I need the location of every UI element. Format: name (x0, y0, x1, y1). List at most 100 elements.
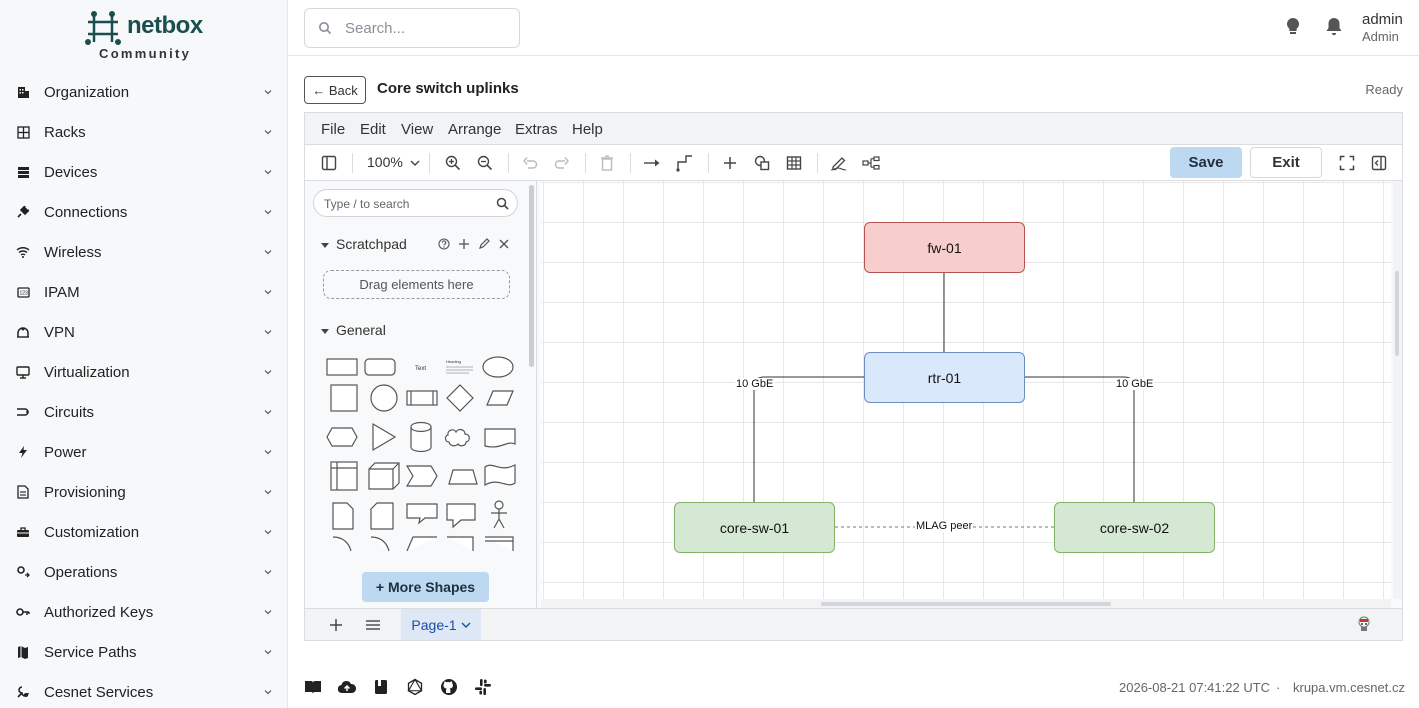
github-icon[interactable] (440, 678, 458, 696)
sidebar-item-virtualization[interactable]: Virtualization (0, 352, 288, 392)
search-input[interactable]: Search... (304, 8, 520, 48)
chevron-down-icon (264, 370, 272, 375)
save-button[interactable]: Save (1170, 147, 1242, 178)
edit-pencil-icon[interactable] (478, 237, 490, 255)
chevron-down-icon (264, 330, 272, 335)
book-icon[interactable] (372, 678, 390, 696)
slack-icon[interactable] (474, 678, 492, 696)
pages-menu-icon[interactable] (364, 616, 382, 634)
shape-search-input[interactable]: Type / to search (313, 189, 518, 217)
help-icon[interactable] (438, 237, 450, 255)
bell-icon[interactable] (1325, 17, 1343, 42)
more-shapes-button[interactable]: + More Shapes (362, 572, 489, 602)
canvas-horizontal-scrollbar[interactable] (541, 599, 1391, 608)
zoom-in-icon[interactable] (444, 154, 462, 172)
search-placeholder: Search... (345, 20, 406, 37)
chevron-down-icon (461, 622, 471, 628)
waypoints-icon[interactable] (676, 154, 694, 172)
menu-file[interactable]: File (321, 121, 345, 138)
sidebar-item-cesnet-services[interactable]: Cesnet Services (0, 672, 288, 708)
general-shapes-grid[interactable]: Text Heading (323, 351, 523, 551)
menu-edit[interactable]: Edit (360, 121, 386, 138)
panel-scrollbar[interactable] (529, 185, 534, 367)
exit-button[interactable]: Exit (1250, 147, 1322, 178)
table-icon[interactable] (785, 154, 803, 172)
redo-icon[interactable] (553, 154, 571, 172)
scratchpad-section-title[interactable]: Scratchpad (321, 236, 407, 252)
node-rtr-01[interactable]: rtr-01 (864, 352, 1025, 403)
add-page-icon[interactable] (327, 616, 345, 634)
brand-name: netbox (127, 12, 203, 39)
shapes-icon[interactable] (753, 154, 771, 172)
shape-cylinder (410, 421, 432, 453)
sidebar-item-devices[interactable]: Devices (0, 152, 288, 192)
edge-label[interactable]: MLAG peer (915, 520, 974, 532)
back-button[interactable]: ← Back (304, 76, 366, 104)
cloud-upload-icon[interactable] (338, 678, 356, 696)
layout-tree-icon[interactable] (862, 154, 880, 172)
menu-view[interactable]: View (401, 121, 433, 138)
delete-icon[interactable] (598, 154, 616, 172)
netbox-logo[interactable]: netbox Community (85, 10, 215, 62)
general-section-title[interactable]: General (321, 322, 386, 338)
toolbar-separator (817, 153, 818, 173)
scratchpad-drop-area[interactable]: Drag elements here (323, 270, 510, 299)
sidebar-item-customization[interactable]: Customization (0, 512, 288, 552)
menu-arrange[interactable]: Arrange (448, 121, 501, 138)
sidebar-item-wireless[interactable]: Wireless (0, 232, 288, 272)
menu-help[interactable]: Help (572, 121, 603, 138)
chevron-down-icon (264, 290, 272, 295)
diagram-canvas[interactable]: fw-01 rtr-01 core-sw-01 core-sw-02 10 Gb… (541, 181, 1391, 599)
sidebar-item-power[interactable]: Power (0, 432, 288, 472)
shape-triangle (372, 422, 397, 452)
node-fw-01[interactable]: fw-01 (864, 222, 1025, 273)
page-tab[interactable]: Page-1 (401, 609, 481, 640)
shape-half-circle (370, 536, 390, 551)
shape-hexagon (326, 427, 358, 447)
hostname: krupa.vm.cesnet.cz (1293, 680, 1405, 695)
docs-book-icon[interactable] (304, 678, 322, 696)
menu-extras[interactable]: Extras (515, 121, 558, 138)
sidebar-item-ipam[interactable]: 123 IPAM (0, 272, 288, 312)
graphql-icon[interactable] (406, 678, 424, 696)
zoom-level[interactable]: 100% (367, 154, 420, 170)
scrollbar-thumb[interactable] (821, 602, 1111, 606)
node-core-sw-01[interactable]: core-sw-01 (674, 502, 835, 553)
scrollbar-thumb[interactable] (1395, 271, 1399, 356)
chevron-down-icon (264, 210, 272, 215)
edge-label[interactable]: 10 GbE (1115, 378, 1155, 390)
sidebar-item-provisioning[interactable]: Provisioning (0, 472, 288, 512)
undo-icon[interactable] (521, 154, 539, 172)
fullscreen-icon[interactable] (1338, 154, 1356, 172)
sidebar-item-racks[interactable]: Racks (0, 112, 288, 152)
sidebar-item-label: Devices (44, 163, 98, 181)
user-menu[interactable]: admin Admin (1362, 11, 1403, 45)
zoom-out-icon[interactable] (476, 154, 494, 172)
diagram-editor: File Edit View Arrange Extras Help 100% (304, 112, 1403, 641)
canvas-vertical-scrollbar[interactable] (1393, 181, 1402, 599)
sidebar-item-organization[interactable]: Organization (0, 72, 288, 112)
sidebar-item-service-paths[interactable]: Service Paths (0, 632, 288, 672)
sidebar-item-label: Operations (44, 563, 118, 581)
add-icon[interactable] (458, 237, 470, 255)
shape-step (405, 465, 438, 487)
counter-icon: 123 (16, 285, 30, 299)
format-panel-toggle-icon[interactable] (320, 154, 338, 172)
insert-plus-icon[interactable] (721, 154, 739, 172)
node-core-sw-02[interactable]: core-sw-02 (1054, 502, 1215, 553)
chevron-down-icon (410, 160, 420, 166)
freehand-pen-icon[interactable] (830, 154, 848, 172)
sidebar-item-authorized-keys[interactable]: Authorized Keys (0, 592, 288, 632)
drawio-mascot-icon[interactable] (1355, 615, 1373, 633)
lightbulb-icon[interactable] (1286, 17, 1300, 42)
sidebar-item-circuits[interactable]: Circuits (0, 392, 288, 432)
sidebar-item-operations[interactable]: Operations (0, 552, 288, 592)
edge-label[interactable]: 10 GbE (735, 378, 775, 390)
toggle-sidebar-icon[interactable] (1370, 154, 1388, 172)
close-icon[interactable] (498, 237, 510, 255)
sidebar-item-vpn[interactable]: VPN (0, 312, 288, 352)
shape-arc (332, 536, 352, 551)
shape-note (332, 502, 354, 530)
sidebar-item-connections[interactable]: Connections (0, 192, 288, 232)
connection-straight-icon[interactable] (643, 154, 661, 172)
